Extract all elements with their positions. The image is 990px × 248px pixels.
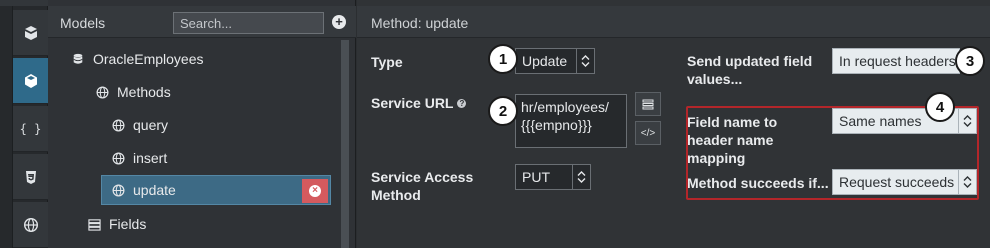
braces-icon: { } — [19, 121, 42, 136]
globe-icon — [112, 118, 126, 132]
updown-icon — [572, 165, 590, 189]
send-updated-value: In request headers — [839, 53, 956, 69]
fields-icon — [88, 217, 102, 231]
tree-item-label: Fields — [109, 216, 147, 232]
tree-item-methods[interactable]: Methods — [96, 77, 171, 107]
close-icon: × — [309, 185, 321, 197]
list-icon — [642, 99, 654, 109]
rail-item-css[interactable] — [13, 154, 48, 200]
list-button[interactable] — [635, 92, 661, 116]
globe-icon — [112, 151, 126, 165]
models-scrollbar[interactable] — [341, 40, 349, 248]
database-icon — [72, 52, 86, 66]
rail-item-data[interactable] — [13, 10, 48, 56]
callout-2: 2 — [488, 96, 518, 126]
method-header: Method: update — [357, 6, 990, 38]
cube-stack-icon — [24, 25, 37, 40]
callout-3: 3 — [955, 46, 985, 76]
type-label: Type — [371, 54, 403, 70]
globe-icon — [112, 183, 126, 197]
css3-icon — [25, 170, 36, 184]
models-panel: Models + OracleEmployees Methods query i… — [48, 0, 356, 248]
code-button[interactable]: </> — [635, 121, 661, 145]
globe-icon — [23, 217, 38, 232]
tree-item-label: query — [133, 117, 169, 133]
send-updated-select[interactable]: In request headers — [832, 48, 960, 74]
tree-item-label: Methods — [117, 84, 171, 100]
plus-icon: + — [335, 14, 343, 29]
tree-item-label: update — [133, 182, 176, 198]
help-icon[interactable]: ? — [457, 99, 467, 108]
rail-item-services[interactable] — [13, 202, 48, 248]
rail-item-js[interactable]: { } — [13, 106, 48, 152]
method-title: Method: update — [371, 15, 469, 31]
type-select[interactable]: Update — [515, 48, 595, 74]
tree-item-label: OracleEmployees — [93, 51, 204, 67]
icon-rail: { } — [0, 0, 48, 248]
rail-item-models[interactable] — [13, 58, 48, 104]
tree-item-insert[interactable]: insert — [112, 143, 167, 173]
method-panel: Method: update Type Update Service URL? … — [357, 0, 990, 248]
code-icon: </> — [640, 127, 656, 139]
tree-item-oracleemployees[interactable]: OracleEmployees — [72, 44, 204, 74]
models-header: Models + — [48, 6, 356, 38]
tree-item-query[interactable]: query — [112, 110, 168, 140]
globe-icon — [96, 85, 110, 99]
add-model-button[interactable]: + — [332, 15, 346, 29]
tree-item-label: insert — [133, 150, 168, 166]
models-title: Models — [60, 15, 106, 31]
delete-method-button[interactable]: × — [302, 179, 328, 203]
cube-icon — [24, 73, 37, 88]
service-url-label: Service URL? — [371, 94, 467, 112]
service-access-value: PUT — [522, 169, 550, 185]
tree-item-update[interactable]: update × — [101, 175, 331, 205]
service-access-label: Service Access Method — [371, 169, 474, 203]
tree-item-fields[interactable]: Fields — [88, 209, 146, 239]
service-access-select[interactable]: PUT — [515, 164, 591, 190]
models-search-input[interactable] — [173, 12, 324, 34]
service-url-textarea[interactable]: hr/employees/{{{empno}}} — [515, 94, 627, 148]
updown-icon — [576, 49, 594, 73]
callout-1: 1 — [488, 44, 518, 74]
send-updated-label: Send updated field values... — [687, 53, 813, 87]
callout-4: 4 — [925, 92, 955, 122]
type-select-value: Update — [522, 53, 568, 69]
